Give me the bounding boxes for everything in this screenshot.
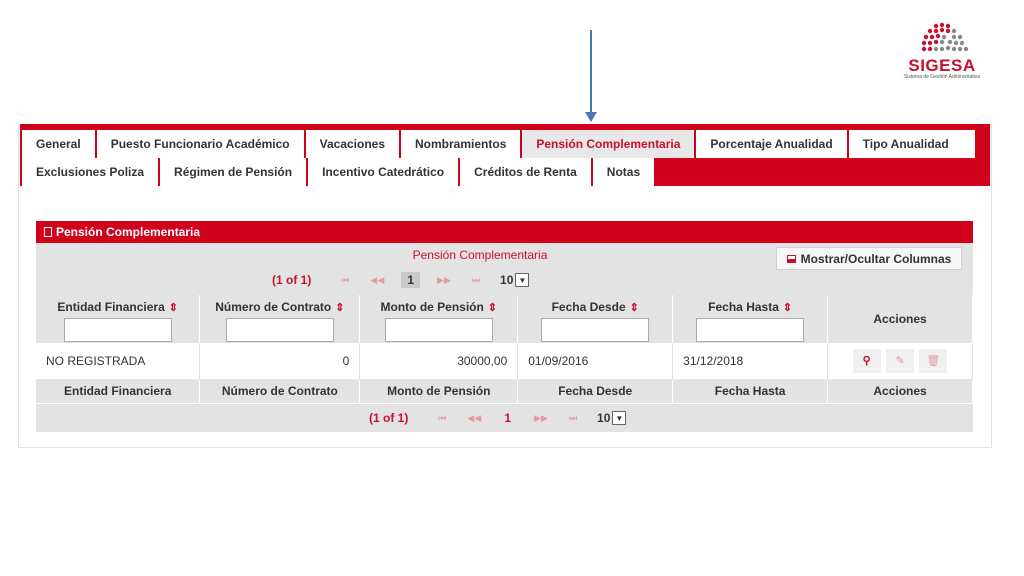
first-page-icon[interactable]: ⏮ <box>329 275 361 286</box>
annotation-arrow-line <box>590 30 592 114</box>
chevron-down-icon[interactable]: ▼ <box>515 273 530 287</box>
tab-puesto-funcionario[interactable]: Puesto Funcionario Académico <box>96 130 306 158</box>
table-footer-row: Entidad Financiera Número de Contrato Mo… <box>36 379 973 403</box>
table-row[interactable]: NO REGISTRADA 0 30000,00 01/09/2016 31/1… <box>36 343 973 380</box>
col-hasta[interactable]: Fecha Hasta ⇕ <box>672 295 829 343</box>
rows-per-page-select[interactable]: 10 ▼ <box>597 411 627 425</box>
filter-desde-input[interactable] <box>541 318 650 342</box>
rows-per-page-value: 10 <box>500 273 514 287</box>
foot-hasta: Fecha Hasta <box>672 379 829 403</box>
foot-contrato: Número de Contrato <box>199 379 361 403</box>
cell-contrato: 0 <box>199 343 361 380</box>
logo-name: SIGESA <box>908 56 976 75</box>
tab-row-2: Exclusiones Poliza Régimen de Pensión In… <box>22 158 657 186</box>
toggle-columns-label: Mostrar/Ocultar Columnas <box>800 251 952 266</box>
document-icon <box>44 227 52 237</box>
cell-acciones: ⚲ ✎ 🗑 <box>827 343 973 380</box>
col-entidad[interactable]: Entidad Financiera ⇕ <box>36 295 201 343</box>
bottom-paginator-area: (1 of 1) ⏮ ◀◀ 1 ▶▶ ⏭ 10 ▼ <box>36 404 973 432</box>
tab-exclusiones-poliza[interactable]: Exclusiones Poliza <box>22 158 161 186</box>
page-number[interactable]: 1 <box>401 272 421 288</box>
last-page-icon[interactable]: ⏭ <box>460 275 492 286</box>
chevron-down-icon[interactable]: ▼ <box>612 411 627 425</box>
prev-page-icon[interactable]: ◀◀ <box>361 275 393 286</box>
foot-acciones: Acciones <box>827 379 973 403</box>
panel-header: Pensión Complementaria <box>36 221 973 243</box>
col-monto[interactable]: Monto de Pensión ⇕ <box>359 295 519 343</box>
filter-monto-input[interactable] <box>384 318 493 342</box>
tab-notas[interactable]: Notas <box>592 158 657 186</box>
rows-per-page-value: 10 <box>597 411 611 425</box>
next-page-icon[interactable]: ▶▶ <box>525 413 557 424</box>
sort-icon[interactable]: ⇕ <box>488 302 497 314</box>
col-monto-label: Monto de Pensión <box>380 300 484 314</box>
col-desde[interactable]: Fecha Desde ⇕ <box>517 295 674 343</box>
tab-row-1: General Puesto Funcionario Académico Vac… <box>22 130 977 158</box>
page-count: (1 of 1) <box>369 411 409 425</box>
pension-table: Entidad Financiera ⇕ Número de Contrato ⇕ … <box>36 295 973 403</box>
tab-creditos-renta[interactable]: Créditos de Renta <box>460 158 593 186</box>
logo-dots-icon <box>921 22 969 52</box>
cell-monto: 30000,00 <box>359 343 519 380</box>
first-page-icon[interactable]: ⏮ <box>426 413 458 424</box>
sigesa-logo: SIGESA Sistema de Gestión Administrativa <box>896 20 988 90</box>
page-number[interactable]: 1 <box>498 410 517 426</box>
sort-icon[interactable]: ⇕ <box>169 302 178 314</box>
sort-icon[interactable]: ⇕ <box>630 302 639 314</box>
paginator-top: (1 of 1) ⏮ ◀◀ 1 ▶▶ ⏭ 10 ▼ <box>272 270 530 290</box>
grid-icon <box>786 254 796 263</box>
col-contrato[interactable]: Número de Contrato ⇕ <box>199 295 361 343</box>
tab-nombramientos[interactable]: Nombramientos <box>401 130 523 158</box>
filter-contrato-input[interactable] <box>225 318 334 342</box>
col-desde-label: Fecha Desde <box>551 300 626 314</box>
tab-regimen-pension[interactable]: Régimen de Pensión <box>160 158 309 186</box>
prev-page-icon[interactable]: ◀◀ <box>458 413 490 424</box>
col-acciones: Acciones <box>827 295 973 343</box>
toggle-columns-button[interactable]: Mostrar/Ocultar Columnas <box>776 247 962 270</box>
logo-subtitle: Sistema de Gestión Administrativa <box>903 74 981 80</box>
foot-entidad: Entidad Financiera <box>36 379 201 403</box>
panel-title: Pensión Complementaria <box>56 225 201 239</box>
col-contrato-label: Número de Contrato <box>215 300 332 314</box>
cell-entidad: NO REGISTRADA <box>36 343 201 380</box>
filter-hasta-input[interactable] <box>696 318 805 342</box>
col-entidad-label: Entidad Financiera <box>57 300 165 314</box>
foot-monto: Monto de Pensión <box>359 379 519 403</box>
tab-general[interactable]: General <box>22 130 97 158</box>
last-page-icon[interactable]: ⏭ <box>557 413 589 424</box>
table-header-row: Entidad Financiera ⇕ Número de Contrato ⇕ … <box>36 295 973 343</box>
delete-icon[interactable]: 🗑 <box>919 348 948 373</box>
edit-icon[interactable]: ✎ <box>886 348 915 373</box>
tab-vacaciones[interactable]: Vacaciones <box>305 130 402 158</box>
tab-porcentaje-anualidad[interactable]: Porcentaje Anualidad <box>696 130 849 158</box>
page-count: (1 of 1) <box>272 273 312 287</box>
cell-desde: 01/09/2016 <box>517 343 674 380</box>
rows-per-page-select[interactable]: 10 ▼ <box>500 273 530 287</box>
next-page-icon[interactable]: ▶▶ <box>428 275 460 286</box>
tab-tipo-anualidad[interactable]: Tipo Anualidad <box>848 130 977 158</box>
paginator-bottom: (1 of 1) ⏮ ◀◀ 1 ▶▶ ⏭ 10 ▼ <box>369 408 627 428</box>
tab-bar: General Puesto Funcionario Académico Vac… <box>20 124 990 186</box>
cell-hasta: 31/12/2018 <box>672 343 829 380</box>
tab-pension-complementaria[interactable]: Pensión Complementaria <box>522 130 697 158</box>
col-hasta-label: Fecha Hasta <box>708 300 779 314</box>
foot-desde: Fecha Desde <box>517 379 674 403</box>
tab-incentivo-catedratico[interactable]: Incentivo Catedrático <box>308 158 461 186</box>
sort-icon[interactable]: ⇕ <box>783 302 792 314</box>
filter-entidad-input[interactable] <box>63 318 172 342</box>
annotation-arrow-head <box>585 112 597 122</box>
sort-icon[interactable]: ⇕ <box>335 302 344 314</box>
view-icon[interactable]: ⚲ <box>852 348 881 373</box>
top-paginator-area: Pensión Complementaria Mostrar/Ocultar C… <box>36 243 973 295</box>
